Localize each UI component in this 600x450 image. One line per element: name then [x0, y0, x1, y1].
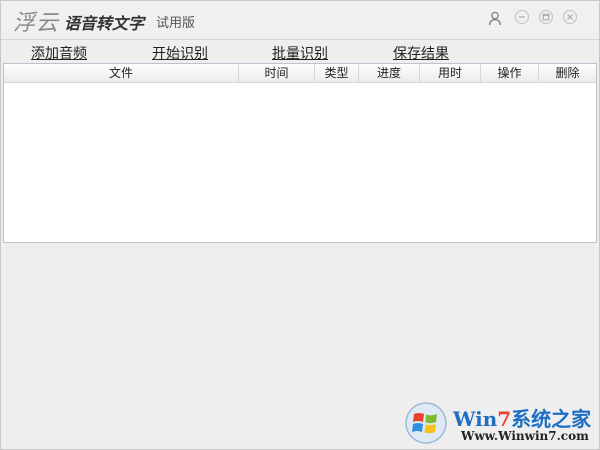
- column-header-file[interactable]: 文件: [4, 64, 239, 82]
- user-icon[interactable]: [487, 10, 503, 26]
- table-header: 文件 时间 类型 进度 用时 操作 删除: [4, 64, 596, 83]
- title-bar[interactable]: 浮云 语音转文字 试用版: [1, 1, 599, 40]
- column-header-action[interactable]: 操作: [481, 64, 539, 82]
- column-header-progress[interactable]: 进度: [359, 64, 420, 82]
- maximize-button[interactable]: [539, 10, 553, 24]
- file-table[interactable]: 文件 时间 类型 进度 用时 操作 删除: [3, 63, 597, 243]
- app-edition-label: 试用版: [156, 16, 196, 31]
- watermark: Win7系统之家 Www.Winwin7.com: [403, 399, 597, 447]
- app-title: 语音转文字: [64, 14, 145, 33]
- menu-bar: 添加音频 开始识别 批量识别 保存结果: [1, 41, 599, 63]
- user-icon: [488, 11, 502, 26]
- close-icon: [567, 14, 573, 20]
- watermark-brand: Win7系统之家: [453, 407, 592, 431]
- minimize-icon: [519, 16, 525, 18]
- column-header-elapsed[interactable]: 用时: [420, 64, 481, 82]
- menu-batch-recognition[interactable]: 批量识别: [272, 43, 328, 63]
- minimize-button[interactable]: [515, 10, 529, 24]
- close-button[interactable]: [563, 10, 577, 24]
- column-header-type[interactable]: 类型: [315, 64, 359, 82]
- app-logo: 浮云: [13, 11, 60, 36]
- maximize-icon: [542, 13, 550, 21]
- column-header-delete[interactable]: 删除: [539, 64, 596, 82]
- column-header-time[interactable]: 时间: [239, 64, 315, 82]
- windows-logo-icon: [405, 402, 447, 444]
- menu-add-audio[interactable]: 添加音频: [31, 43, 87, 63]
- menu-start-recognition[interactable]: 开始识别: [152, 43, 208, 63]
- main-window: 浮云 语音转文字 试用版 添加音频 开始识别 批量识别 保存结果 文件 时间 类…: [0, 0, 600, 450]
- menu-save-results[interactable]: 保存结果: [393, 43, 449, 63]
- watermark-url: Www.Winwin7.com: [461, 429, 589, 443]
